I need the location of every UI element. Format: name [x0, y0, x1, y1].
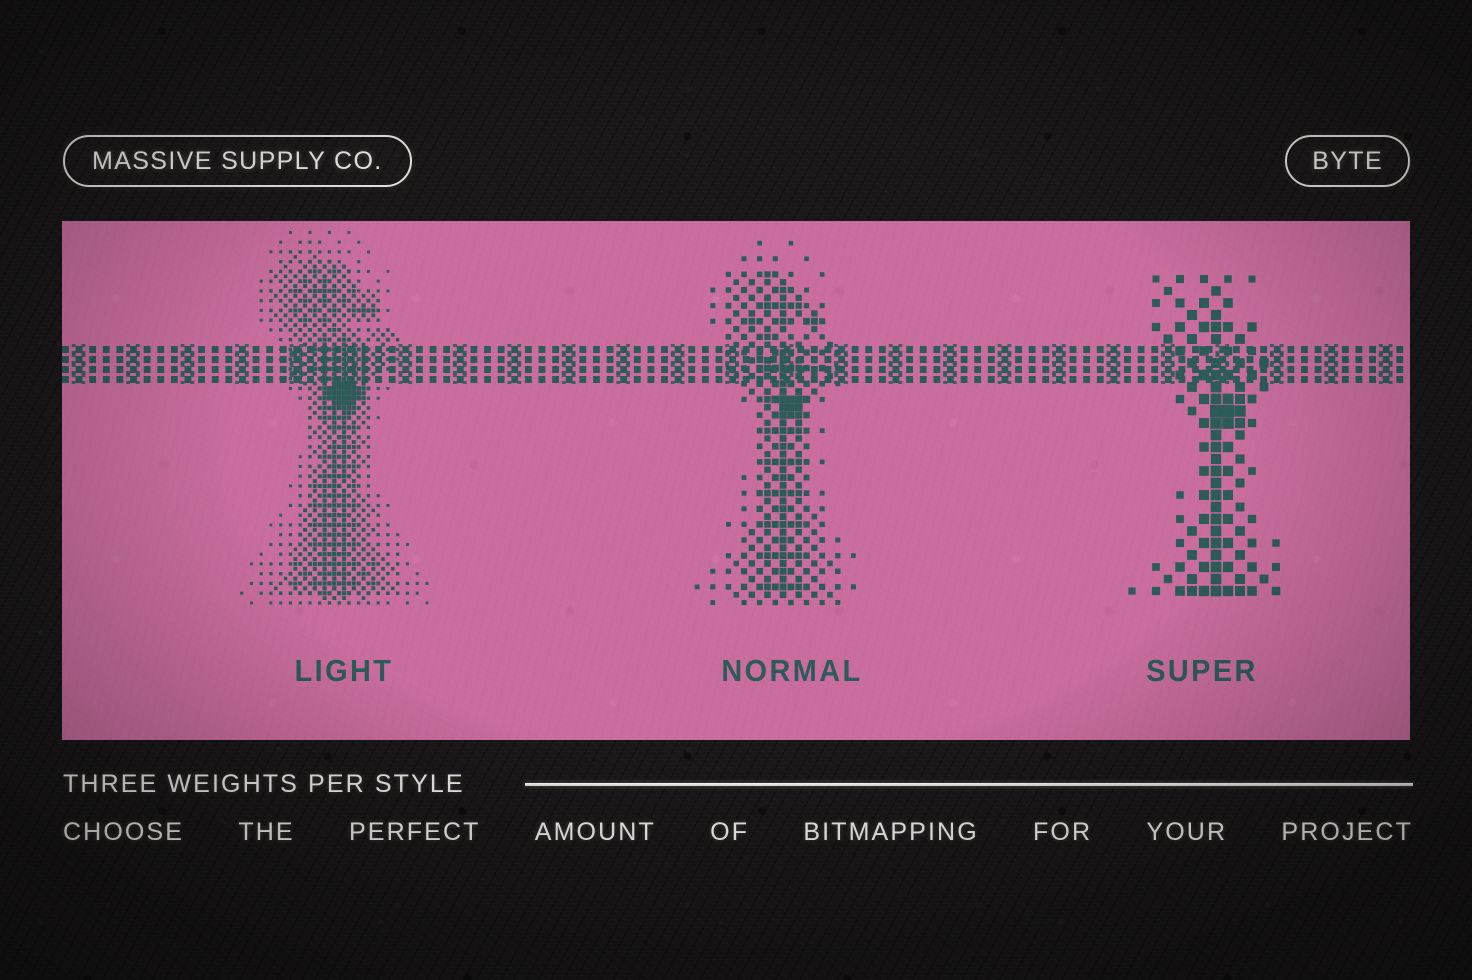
footer-word: PERFECT — [348, 817, 481, 846]
weight-caption-normal: NORMAL — [721, 653, 863, 688]
halftone-bust-super — [1128, 275, 1281, 597]
brand-label: MASSIVE SUPPLY CO. — [92, 146, 383, 175]
footer-subline: CHOOSE THE PERFECT AMOUNT OF BITMAPPING FOR YOU… — [63, 818, 1413, 847]
footer-word: AMOUNT — [534, 817, 656, 846]
footer-word: THE — [238, 817, 295, 846]
footer-word: FOR — [1033, 817, 1093, 846]
product-label: BYTE — [1312, 146, 1383, 175]
footer-divider-rule — [524, 782, 1413, 786]
footer-word: YOUR — [1146, 817, 1228, 846]
footer-word: OF — [710, 817, 750, 846]
footer-word: PROJECT — [1281, 817, 1413, 846]
footer-word: BITMAPPING — [803, 817, 979, 846]
footer: THREE WEIGHTS PER STYLE CHOOSE THE PERFECT… — [63, 762, 1413, 858]
footer-word: CHOOSE — [63, 817, 185, 846]
product-badge[interactable]: BYTE — [1285, 135, 1410, 187]
specimen-panel: LIGHT NORMAL SUPER — [62, 221, 1410, 740]
footer-tagline: THREE WEIGHTS PER STYLE — [63, 769, 465, 798]
halftone-bust-normal — [694, 240, 856, 606]
weight-caption-light: LIGHT — [294, 653, 394, 688]
brand-badge[interactable]: MASSIVE SUPPLY CO. — [63, 135, 412, 187]
weight-caption-super: SUPER — [1146, 653, 1258, 688]
halftone-bust-light — [240, 231, 429, 605]
